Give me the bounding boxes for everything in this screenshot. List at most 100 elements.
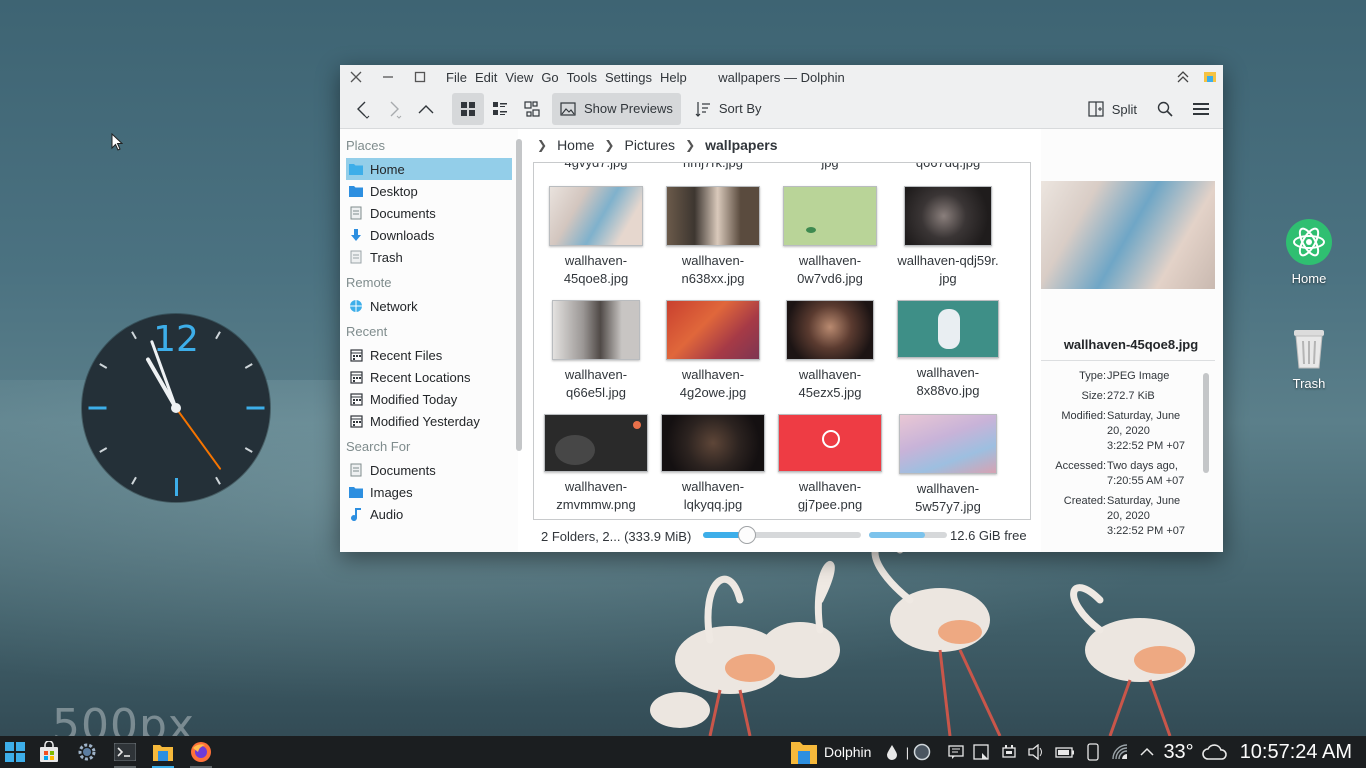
titlebar[interactable]: wallpapers — Dolphin File Edit View Go T… bbox=[340, 65, 1223, 89]
file-thumbnail bbox=[904, 186, 992, 246]
places-item-desktop[interactable]: Desktop bbox=[346, 180, 512, 202]
menu-go[interactable]: Go bbox=[537, 70, 562, 85]
places-item-home[interactable]: Home bbox=[346, 158, 512, 180]
circle-status-icon[interactable] bbox=[911, 736, 933, 768]
icons-view-button[interactable] bbox=[452, 92, 484, 125]
places-item-documents[interactable]: Documents bbox=[346, 202, 512, 224]
cut-file-name[interactable]: 4gvyd7.jpg bbox=[537, 163, 655, 171]
places-item-trash[interactable]: Trash bbox=[346, 246, 512, 268]
file-item[interactable]: wallhaven- 8x88vo.jpg bbox=[889, 300, 1007, 400]
places-item-downloads[interactable]: Downloads bbox=[346, 224, 512, 246]
network-wifi-icon[interactable] bbox=[1107, 736, 1135, 768]
dolphin-app-icon[interactable] bbox=[1203, 70, 1217, 84]
info-modified-line: 20, 2020 bbox=[1107, 425, 1150, 437]
file-thumbnail bbox=[897, 300, 999, 358]
show-previews-button[interactable]: Show Previews bbox=[552, 92, 681, 125]
close-button[interactable] bbox=[340, 65, 372, 89]
back-arrow-icon bbox=[357, 101, 370, 119]
minimize-button[interactable] bbox=[372, 65, 404, 89]
cut-file-name[interactable]: q667dq.jpg bbox=[889, 163, 1007, 171]
places-item-modified-yesterday[interactable]: Modified Yesterday bbox=[346, 410, 512, 432]
file-view[interactable]: 4gvyd7.jpg hmj7rk.jpg jpg q667dq.jpg wal… bbox=[533, 162, 1031, 520]
taskbar-dolphin-button[interactable] bbox=[144, 736, 182, 768]
battery-icon[interactable] bbox=[1051, 736, 1079, 768]
info-accessed-value: Two days ago, 7:20:55 AM +07 bbox=[1107, 459, 1207, 489]
file-item[interactable]: wallhaven- gj7pee.png bbox=[771, 414, 889, 514]
weather-temperature[interactable]: 33° bbox=[1163, 741, 1193, 764]
split-label: Split bbox=[1111, 101, 1137, 117]
places-item-images[interactable]: Images bbox=[346, 481, 512, 503]
file-item[interactable]: wallhaven- 4g2owe.jpg bbox=[654, 300, 772, 402]
places-item-modified-today[interactable]: Modified Today bbox=[346, 388, 512, 410]
file-name-line1: wallhaven- bbox=[564, 253, 628, 268]
file-item[interactable]: wallhaven-qdj59r. jpg bbox=[889, 186, 1007, 288]
analog-clock-widget[interactable]: 12 bbox=[82, 314, 270, 502]
notes-icon[interactable] bbox=[945, 736, 967, 768]
file-item[interactable]: wallhaven- n638xx.jpg bbox=[654, 186, 772, 288]
back-button[interactable] bbox=[346, 93, 378, 125]
application-launcher-button[interactable] bbox=[0, 736, 30, 768]
hamburger-menu-button[interactable] bbox=[1185, 93, 1217, 125]
cloud-icon[interactable] bbox=[1200, 736, 1230, 768]
menubar: File Edit View Go Tools Settings Help bbox=[442, 70, 691, 85]
forward-button[interactable] bbox=[378, 93, 410, 125]
breadcrumb-wallpapers[interactable]: wallpapers bbox=[705, 137, 777, 153]
places-item-network[interactable]: Network bbox=[346, 295, 512, 317]
up-button[interactable] bbox=[410, 93, 442, 125]
file-item[interactable]: wallhaven- 45ezx5.jpg bbox=[771, 300, 889, 402]
file-name-line1: wallhaven- bbox=[564, 479, 628, 494]
file-name-line1: wallhaven- bbox=[916, 481, 980, 496]
image-preview-icon bbox=[560, 101, 576, 116]
split-button[interactable]: Split bbox=[1080, 93, 1145, 125]
maximize-button[interactable] bbox=[404, 65, 436, 89]
cut-file-name[interactable]: hmj7rk.jpg bbox=[654, 163, 772, 171]
file-item[interactable]: wallhaven- q66e5l.jpg bbox=[537, 300, 655, 402]
details-view-button[interactable] bbox=[516, 93, 548, 125]
keep-above-icon[interactable] bbox=[1177, 71, 1189, 83]
menu-settings[interactable]: Settings bbox=[601, 70, 656, 85]
cut-file-name[interactable]: jpg bbox=[771, 163, 889, 171]
places-item-audio[interactable]: Audio bbox=[346, 503, 512, 525]
menu-view[interactable]: View bbox=[501, 70, 537, 85]
places-item-recent-locations[interactable]: Recent Locations bbox=[346, 366, 512, 388]
tray-spacer bbox=[933, 736, 945, 768]
file-item[interactable]: wallhaven- 45qoe8.jpg bbox=[537, 186, 655, 288]
file-item[interactable]: wallhaven- lqkyqq.jpg bbox=[654, 414, 772, 514]
info-scrollbar[interactable] bbox=[1203, 373, 1209, 473]
taskbar-store-button[interactable] bbox=[30, 736, 68, 768]
menu-tools[interactable]: Tools bbox=[563, 70, 601, 85]
places-item-recent-files[interactable]: Recent Files bbox=[346, 344, 512, 366]
desktop-trash-icon[interactable]: Trash bbox=[1274, 324, 1344, 391]
breadcrumb-pictures[interactable]: Pictures bbox=[624, 137, 675, 153]
clipboard-icon[interactable] bbox=[967, 736, 995, 768]
desktop-home-icon[interactable]: Home bbox=[1274, 219, 1344, 286]
task-manager-dolphin[interactable]: Dolphin bbox=[790, 739, 871, 765]
places-group-title: Remote bbox=[346, 275, 392, 290]
file-item[interactable]: wallhaven- zmvmmw.png bbox=[537, 414, 655, 514]
breadcrumb-home[interactable]: Home bbox=[557, 137, 594, 153]
phone-connect-icon[interactable] bbox=[1079, 736, 1107, 768]
taskbar-terminal-button[interactable] bbox=[106, 736, 144, 768]
taskbar-firefox-button[interactable] bbox=[182, 736, 220, 768]
compact-view-button[interactable] bbox=[484, 93, 516, 125]
places-item-documents[interactable]: Documents bbox=[346, 459, 512, 481]
sort-by-button[interactable]: Sort By bbox=[687, 93, 770, 125]
places-item-label: Documents bbox=[370, 462, 436, 478]
menu-edit[interactable]: Edit bbox=[471, 70, 501, 85]
file-item[interactable]: wallhaven- 0w7vd6.jpg bbox=[771, 186, 889, 288]
file-item[interactable]: wallhaven- 5w57y7.jpg bbox=[889, 414, 1007, 516]
volume-icon[interactable] bbox=[1023, 736, 1051, 768]
file-name-line2: jpg bbox=[939, 271, 957, 286]
digital-clock[interactable]: 10:57:24 AM bbox=[1240, 741, 1352, 764]
places-scrollbar[interactable] bbox=[516, 139, 522, 451]
droplet-icon[interactable] bbox=[881, 736, 903, 768]
menu-file[interactable]: File bbox=[442, 70, 471, 85]
device-manager-icon[interactable] bbox=[995, 736, 1023, 768]
menu-help[interactable]: Help bbox=[656, 70, 691, 85]
search-button[interactable] bbox=[1149, 93, 1181, 125]
free-space-fill bbox=[869, 532, 926, 538]
chevron-up-icon[interactable] bbox=[1135, 736, 1159, 768]
zoom-slider[interactable] bbox=[703, 526, 861, 544]
zoom-slider-handle[interactable] bbox=[738, 526, 757, 544]
taskbar-settings-button[interactable] bbox=[68, 736, 106, 768]
